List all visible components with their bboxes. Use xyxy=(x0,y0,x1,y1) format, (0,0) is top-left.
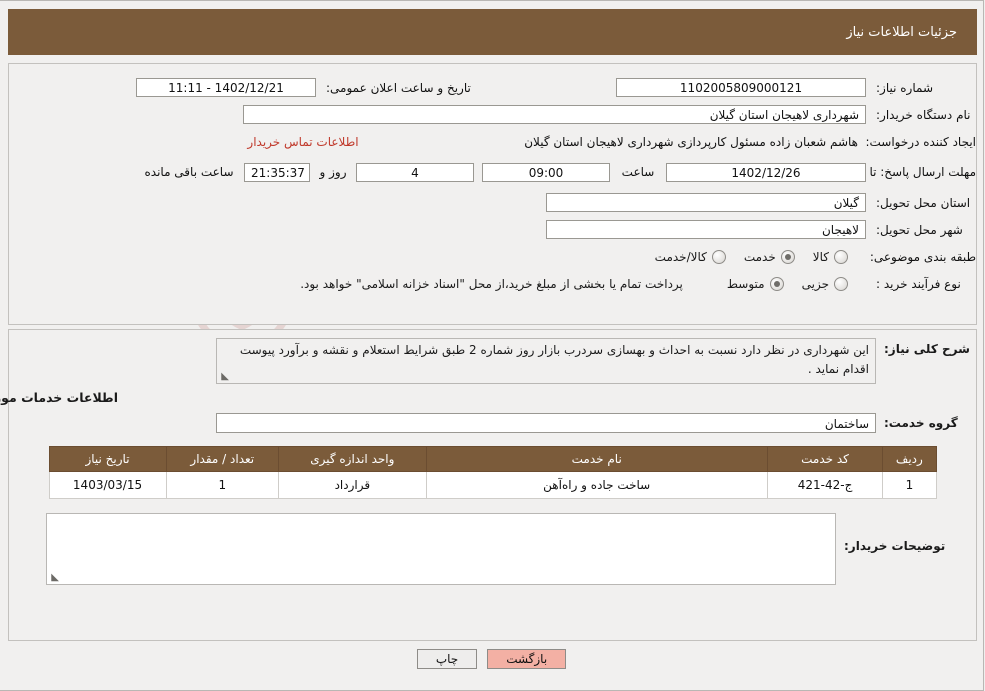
col-unit: واحد اندازه گیری xyxy=(279,446,428,472)
announce-datetime-value: 11:11 - 1402/12/21 xyxy=(137,78,317,97)
table-header-row: ردیف کد خدمت نام خدمت واحد اندازه گیری ت… xyxy=(49,446,938,472)
radio-selected-icon xyxy=(770,276,785,291)
cell-unit: قرارداد xyxy=(279,471,428,499)
category-label: طبقه بندی موضوعی: xyxy=(870,249,977,264)
col-date: تاریخ نیاز xyxy=(49,446,168,472)
row-need-number: شماره نیاز: 1102005809000121 تاریخ و ساع… xyxy=(10,74,977,101)
deadline-time-value: 09:00 xyxy=(483,162,611,182)
category-option-label: کالا xyxy=(813,249,830,264)
radio-icon xyxy=(712,249,727,264)
service-group-label: گروه خدمت: xyxy=(885,415,959,430)
footer-actions: بازگشت چاپ xyxy=(1,649,984,669)
row-process-type: نوع فرآیند خرید : جزیی متوسط پرداخت تمام… xyxy=(10,270,977,297)
page-root: AriaTender.net جزئیات اطلاعات نیاز شماره… xyxy=(0,0,985,691)
col-code: کد خدمت xyxy=(767,446,885,472)
general-description-box[interactable]: این شهرداری در نظر دارد نسبت به احداث و … xyxy=(217,338,877,384)
page-header: جزئیات اطلاعات نیاز xyxy=(9,9,978,55)
print-button[interactable]: چاپ xyxy=(417,649,479,669)
deadline-date-value: 1402/12/26 xyxy=(667,162,867,182)
col-qty: تعداد / مقدار xyxy=(166,446,281,472)
row-deadline: مهلت ارسال پاسخ: تا تاریخ: 1402/12/26 سا… xyxy=(10,155,977,189)
table-row: 1 ج-42-421 ساخت جاده و راه‌آهن قرارداد 1… xyxy=(49,471,938,499)
service-group-value: ساختمان xyxy=(217,412,877,433)
back-button[interactable]: بازگشت xyxy=(488,649,568,669)
radio-icon xyxy=(835,276,849,291)
process-note: پرداخت تمام یا بخشی از مبلغ خرید،از محل … xyxy=(301,276,684,291)
row-buyer-org: نام دستگاه خریدار: شهرداری لاهیجان استان… xyxy=(10,101,977,128)
radio-icon xyxy=(835,249,849,264)
buyer-org-value: شهرداری لاهیجان استان گیلان xyxy=(244,105,867,124)
city-value: لاهیجان xyxy=(547,220,867,239)
deadline-hour-label: ساعت xyxy=(622,165,656,179)
process-option-jozee[interactable]: جزیی xyxy=(802,276,849,291)
remaining-time-value: 21:35:37 xyxy=(245,162,311,182)
buyer-notes-value xyxy=(48,514,836,522)
category-option-label: کالا/خدمت xyxy=(655,249,708,264)
province-value: گیلان xyxy=(547,193,867,212)
details-panel: شرح کلی نیاز: این شهرداری در نظر دارد نس… xyxy=(0,329,978,641)
need-number-value: 1102005809000121 xyxy=(617,78,867,97)
resize-grip-icon[interactable]: ◣ xyxy=(51,573,60,583)
category-option-label: خدمت xyxy=(744,249,777,264)
page-title: جزئیات اطلاعات نیاز xyxy=(847,24,958,40)
need-info-panel: شماره نیاز: 1102005809000121 تاریخ و ساع… xyxy=(9,63,978,325)
need-number-label: شماره نیاز: xyxy=(877,80,934,95)
category-option-khedmat[interactable]: خدمت xyxy=(744,249,796,264)
buyer-org-label: نام دستگاه خریدار: xyxy=(877,107,972,122)
col-index: ردیف xyxy=(883,446,938,472)
announce-datetime-label: تاریخ و ساعت اعلان عمومی: xyxy=(327,80,472,95)
row-category: طبقه بندی موضوعی: کالا خدمت کالا/خدمت xyxy=(10,243,977,270)
row-city: شهر محل تحویل: لاهیجان xyxy=(10,216,977,243)
row-province: استان محل تحویل: گیلان xyxy=(10,189,977,216)
process-option-motavaset[interactable]: متوسط xyxy=(727,276,785,291)
buyer-contact-link[interactable]: اطلاعات تماس خریدار xyxy=(248,135,359,149)
resize-grip-icon[interactable]: ◣ xyxy=(221,372,230,382)
cell-qty: 1 xyxy=(166,471,281,499)
row-requester: ایجاد کننده درخواست: هاشم شعبان زاده مسئ… xyxy=(10,128,977,155)
general-description-label: شرح کلی نیاز: xyxy=(885,342,971,356)
cell-code: ج-42-421 xyxy=(767,471,885,499)
category-option-kala-khedmat[interactable]: کالا/خدمت xyxy=(655,249,727,264)
deadline-label: مهلت ارسال پاسخ: تا تاریخ: xyxy=(838,164,977,179)
category-option-kala[interactable]: کالا xyxy=(813,249,849,264)
process-type-label: نوع فرآیند خرید : xyxy=(877,276,962,291)
cell-index: 1 xyxy=(883,471,938,499)
row-general-description: شرح کلی نیاز: این شهرداری در نظر دارد نس… xyxy=(10,330,977,384)
province-label: استان محل تحویل: xyxy=(877,195,972,210)
requester-value: هاشم شعبان زاده مسئول کارپردازی شهرداری … xyxy=(525,134,859,149)
general-description-text: این شهرداری در نظر دارد نسبت به احداث و … xyxy=(240,343,870,376)
cell-date: 1403/03/15 xyxy=(49,471,168,499)
buyer-notes-label: توضیحات خریدار: xyxy=(845,539,947,553)
remaining-days-value: 4 xyxy=(357,162,475,182)
services-table: ردیف کد خدمت نام خدمت واحد اندازه گیری ت… xyxy=(49,446,938,499)
remaining-time-label: ساعت باقی مانده xyxy=(145,165,235,179)
cell-name: ساخت جاده و راه‌آهن xyxy=(426,471,769,499)
col-name: نام خدمت xyxy=(426,446,769,472)
radio-selected-icon xyxy=(781,249,796,264)
requester-label: ایجاد کننده درخواست: xyxy=(866,134,977,149)
services-section-title: اطلاعات خدمات مورد نیاز xyxy=(0,390,119,405)
buyer-notes-box[interactable]: ◣ xyxy=(47,513,837,585)
city-label: شهر محل تحویل: xyxy=(877,222,964,237)
row-service-group: گروه خدمت: ساختمان xyxy=(10,409,977,436)
process-option-label: متوسط xyxy=(727,276,766,291)
remaining-days-label: روز و xyxy=(320,165,348,179)
process-option-label: جزیی xyxy=(802,276,830,291)
